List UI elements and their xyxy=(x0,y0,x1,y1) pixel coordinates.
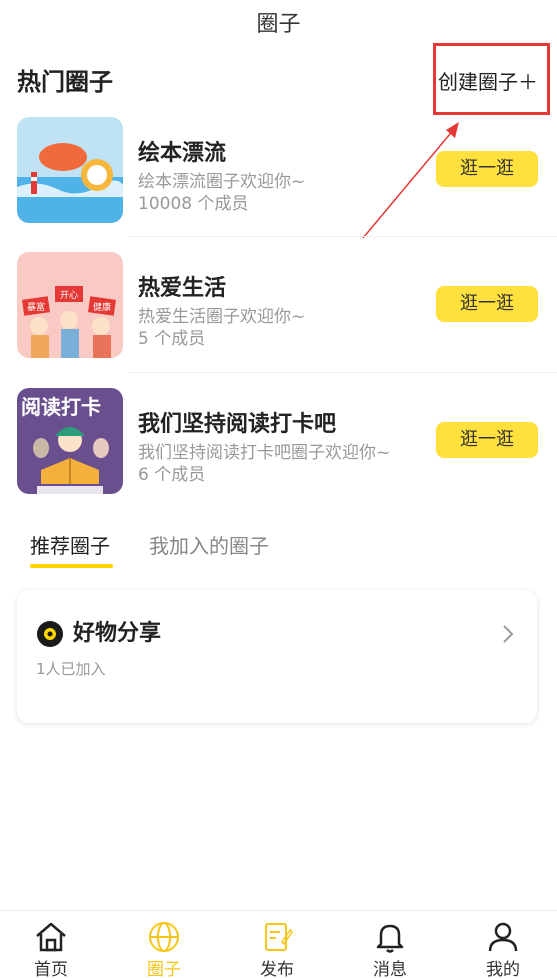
nav-circles[interactable]: 圈子 xyxy=(119,911,209,978)
globe-icon xyxy=(149,922,179,952)
page-title: 圈子 xyxy=(256,12,301,37)
active-tab-indicator xyxy=(30,564,113,568)
tab-recommended[interactable]: 推荐圈子 xyxy=(30,532,110,560)
nav-label: 我的 xyxy=(486,960,520,978)
nav-label: 首页 xyxy=(34,960,68,978)
banner-text-happy: 开心 xyxy=(60,290,78,301)
circle-name: 我们坚持阅读打卡吧 xyxy=(138,412,337,437)
visit-button[interactable]: 逛一逛 xyxy=(436,422,538,458)
nav-label: 消息 xyxy=(373,960,407,978)
nav-label: 圈子 xyxy=(147,960,181,978)
bell-icon xyxy=(376,924,404,953)
circle-member-count: 5 个成员 xyxy=(138,329,206,349)
nav-publish[interactable]: 发布 xyxy=(232,911,322,978)
row-divider xyxy=(130,372,557,373)
circle-name: 热爱生活 xyxy=(138,276,227,301)
nav-label: 发布 xyxy=(260,960,294,978)
hot-circles-header: 热门圈子 创建圈子＋ xyxy=(17,64,540,100)
edit-icon xyxy=(265,923,293,951)
visit-button[interactable]: 逛一逛 xyxy=(436,286,538,322)
picture-book-thumbnail xyxy=(17,117,123,223)
hot-circles-title: 热门圈子 xyxy=(17,68,113,96)
user-icon xyxy=(488,922,518,952)
banner-text-rich: 暴富 xyxy=(27,301,45,313)
nav-home[interactable]: 首页 xyxy=(6,911,96,978)
circle-member-count: 6 个成员 xyxy=(138,465,206,485)
circle-item-love-life[interactable]: 暴富 开心 健康 热爱生活 热爱生活圈子欢迎你~ 5 个成员 逛一逛 xyxy=(17,252,557,358)
card-title: 好物分享 xyxy=(73,621,162,646)
row-divider xyxy=(130,236,557,237)
circle-name: 绘本漂流 xyxy=(138,141,227,166)
visit-button[interactable]: 逛一逛 xyxy=(436,151,538,187)
card-member-count: 1人已加入 xyxy=(36,660,106,678)
tab-joined[interactable]: 我加入的圈子 xyxy=(149,532,269,560)
circle-tabs: 推荐圈子 我加入的圈子 xyxy=(30,532,330,570)
create-circle-button[interactable]: 创建圈子＋ xyxy=(438,64,538,100)
thumb-text-reading: 阅读打卡 xyxy=(21,395,101,419)
circle-item-picture-book[interactable]: 绘本漂流 绘本漂流圈子欢迎你~ 10008 个成员 逛一逛 xyxy=(17,117,557,223)
nav-profile[interactable]: 我的 xyxy=(458,911,548,978)
recommended-circle-card[interactable]: 好物分享 1人已加入 xyxy=(17,590,537,723)
bottom-navigation: 首页 圈子 发布 消息 我的 xyxy=(0,910,557,978)
reading-checkin-thumbnail: 阅读打卡 xyxy=(17,388,123,494)
nav-messages[interactable]: 消息 xyxy=(345,911,435,978)
circle-badge-icon xyxy=(37,621,63,647)
chevron-right-icon xyxy=(503,625,514,643)
circle-item-reading-checkin[interactable]: 阅读打卡 我们坚持阅读打卡吧 我们坚持阅读打卡吧圈子欢迎你~ 6 个成员 逛一逛 xyxy=(17,388,557,494)
home-icon xyxy=(36,922,66,952)
circle-member-count: 10008 个成员 xyxy=(138,194,249,214)
banner-text-health: 健康 xyxy=(93,301,111,313)
love-life-thumbnail: 暴富 开心 健康 xyxy=(17,252,123,358)
